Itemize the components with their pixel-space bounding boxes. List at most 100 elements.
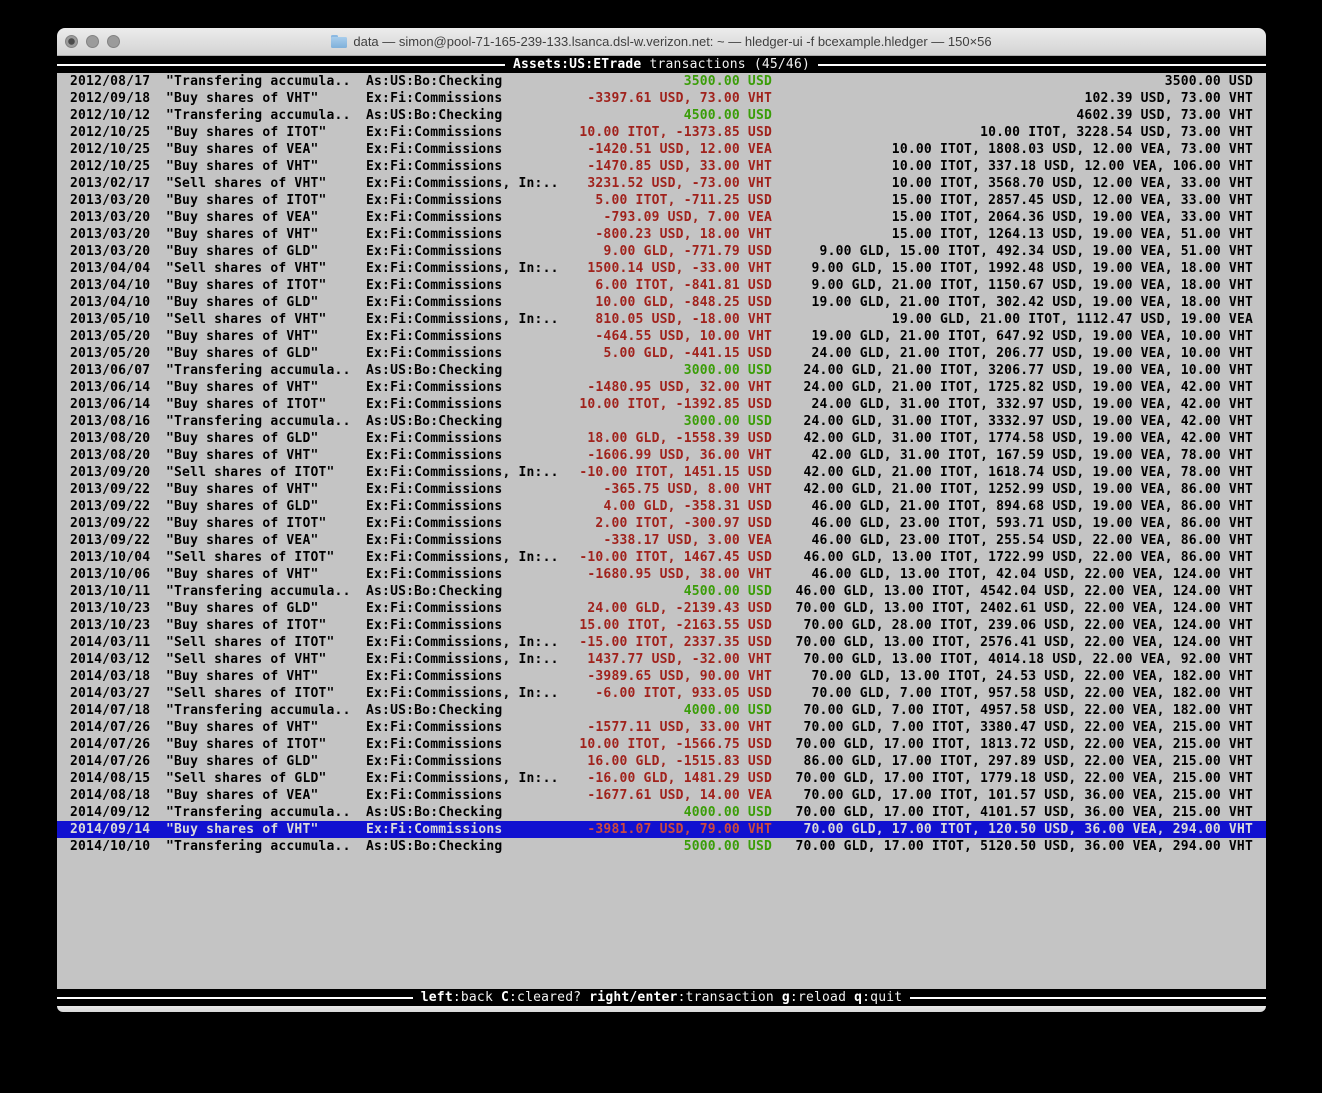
transaction-row[interactable]: 2013/03/20"Buy shares of VHT"Ex:Fi:Commi… <box>57 226 1266 243</box>
transaction-date: 2013/03/20 <box>70 209 150 226</box>
transaction-row[interactable]: 2013/10/23"Buy shares of ITOT"Ex:Fi:Comm… <box>57 617 1266 634</box>
transaction-row[interactable]: 2014/03/18"Buy shares of VHT"Ex:Fi:Commi… <box>57 668 1266 685</box>
key-hint-right-enter: right/enter:transaction <box>589 990 774 1005</box>
transaction-row[interactable]: 2014/07/26"Buy shares of GLD"Ex:Fi:Commi… <box>57 753 1266 770</box>
transaction-balance: 70.00 GLD, 17.00 ITOT, 4101.57 USD, 36.0… <box>787 804 1253 821</box>
transaction-description: "Buy shares of VHT" <box>166 328 319 345</box>
transaction-balance: 24.00 GLD, 31.00 ITOT, 332.97 USD, 19.00… <box>787 396 1253 413</box>
transaction-row[interactable]: 2013/06/14"Buy shares of ITOT"Ex:Fi:Comm… <box>57 396 1266 413</box>
transaction-amount: 4500.00 USD <box>477 583 772 600</box>
transaction-description: "Transfering accumula.. <box>166 838 351 855</box>
transaction-row[interactable]: 2013/03/20"Buy shares of GLD"Ex:Fi:Commi… <box>57 243 1266 260</box>
transaction-row[interactable]: 2013/04/04"Sell shares of VHT"Ex:Fi:Comm… <box>57 260 1266 277</box>
transaction-row[interactable]: 2014/10/10"Transfering accumula..As:US:B… <box>57 838 1266 855</box>
transaction-amount: -1577.11 USD, 33.00 VHT <box>477 719 772 736</box>
transaction-date: 2012/09/18 <box>70 90 150 107</box>
transaction-amount: 10.00 ITOT, -1392.85 USD <box>477 396 772 413</box>
transaction-description: "Buy shares of GLD" <box>166 600 319 617</box>
transaction-amount: 3000.00 USD <box>477 413 772 430</box>
transaction-row[interactable]: 2013/05/20"Buy shares of VHT"Ex:Fi:Commi… <box>57 328 1266 345</box>
transaction-row[interactable]: 2012/10/12"Transfering accumula..As:US:B… <box>57 107 1266 124</box>
transaction-date: 2014/03/27 <box>70 685 150 702</box>
transaction-date: 2014/07/26 <box>70 753 150 770</box>
transaction-date: 2013/06/07 <box>70 362 150 379</box>
transaction-balance: 42.00 GLD, 21.00 ITOT, 1252.99 USD, 19.0… <box>787 481 1253 498</box>
empty-area <box>57 855 1266 989</box>
transaction-amount: -3981.07 USD, 79.00 VHT <box>477 821 772 838</box>
transaction-row[interactable]: 2013/08/20"Buy shares of VHT"Ex:Fi:Commi… <box>57 447 1266 464</box>
window-titlebar[interactable]: data — simon@pool-71-165-239-133.lsanca.… <box>57 28 1266 56</box>
zoom-button[interactable] <box>107 35 120 48</box>
header-rule-right <box>818 64 1266 66</box>
transaction-date: 2013/04/10 <box>70 294 150 311</box>
transaction-balance: 70.00 GLD, 7.00 ITOT, 3380.47 USD, 22.00… <box>787 719 1253 736</box>
transaction-row[interactable]: 2013/10/11"Transfering accumula..As:US:B… <box>57 583 1266 600</box>
transaction-amount: -1470.85 USD, 33.00 VHT <box>477 158 772 175</box>
transaction-description: "Buy shares of VEA" <box>166 209 319 226</box>
transaction-row[interactable]: 2014/07/18"Transfering accumula..As:US:B… <box>57 702 1266 719</box>
transaction-row[interactable]: 2013/09/22"Buy shares of VHT"Ex:Fi:Commi… <box>57 481 1266 498</box>
transaction-amount: -1420.51 USD, 12.00 VEA <box>477 141 772 158</box>
transaction-row[interactable]: 2013/08/16"Transfering accumula..As:US:B… <box>57 413 1266 430</box>
transaction-row[interactable]: 2012/08/17"Transfering accumula..As:US:B… <box>57 73 1266 90</box>
transaction-row[interactable]: 2014/08/18"Buy shares of VEA"Ex:Fi:Commi… <box>57 787 1266 804</box>
transaction-row[interactable]: 2013/09/22"Buy shares of VEA"Ex:Fi:Commi… <box>57 532 1266 549</box>
transaction-row[interactable]: 2012/10/25"Buy shares of VHT"Ex:Fi:Commi… <box>57 158 1266 175</box>
transaction-row[interactable]: 2013/09/22"Buy shares of ITOT"Ex:Fi:Comm… <box>57 515 1266 532</box>
transaction-row[interactable]: 2012/09/18"Buy shares of VHT"Ex:Fi:Commi… <box>57 90 1266 107</box>
transaction-row[interactable]: 2013/06/07"Transfering accumula..As:US:B… <box>57 362 1266 379</box>
transaction-description: "Transfering accumula.. <box>166 107 351 124</box>
transaction-row[interactable]: 2014/07/26"Buy shares of ITOT"Ex:Fi:Comm… <box>57 736 1266 753</box>
transaction-amount: 18.00 GLD, -1558.39 USD <box>477 430 772 447</box>
transaction-row[interactable]: 2013/02/17"Sell shares of VHT"Ex:Fi:Comm… <box>57 175 1266 192</box>
transaction-balance: 19.00 GLD, 21.00 ITOT, 1112.47 USD, 19.0… <box>787 311 1253 328</box>
transaction-balance: 46.00 GLD, 23.00 ITOT, 255.54 USD, 22.00… <box>787 532 1253 549</box>
transaction-row[interactable]: 2013/03/20"Buy shares of ITOT"Ex:Fi:Comm… <box>57 192 1266 209</box>
transaction-row[interactable]: 2013/06/14"Buy shares of VHT"Ex:Fi:Commi… <box>57 379 1266 396</box>
transaction-row[interactable]: 2013/05/20"Buy shares of GLD"Ex:Fi:Commi… <box>57 345 1266 362</box>
transaction-balance: 70.00 GLD, 13.00 ITOT, 24.53 USD, 22.00 … <box>787 668 1253 685</box>
transaction-description: "Buy shares of VEA" <box>166 787 319 804</box>
transaction-balance: 4602.39 USD, 73.00 VHT <box>787 107 1253 124</box>
screen-header-text: Assets:US:ETrade transactions (45/46) <box>505 56 818 73</box>
transaction-row[interactable]: 2013/05/10"Sell shares of VHT"Ex:Fi:Comm… <box>57 311 1266 328</box>
transaction-row[interactable]: 2013/09/20"Sell shares of ITOT"Ex:Fi:Com… <box>57 464 1266 481</box>
transaction-row[interactable]: 2013/03/20"Buy shares of VEA"Ex:Fi:Commi… <box>57 209 1266 226</box>
transaction-row[interactable]: 2014/09/12"Transfering accumula..As:US:B… <box>57 804 1266 821</box>
transaction-amount: -1480.95 USD, 32.00 VHT <box>477 379 772 396</box>
transaction-row[interactable]: 2014/03/12"Sell shares of VHT"Ex:Fi:Comm… <box>57 651 1266 668</box>
transaction-row[interactable]: 2013/08/20"Buy shares of GLD"Ex:Fi:Commi… <box>57 430 1266 447</box>
transaction-balance: 42.00 GLD, 31.00 ITOT, 167.59 USD, 19.00… <box>787 447 1253 464</box>
transaction-description: "Buy shares of ITOT" <box>166 192 327 209</box>
transaction-balance: 42.00 GLD, 31.00 ITOT, 1774.58 USD, 19.0… <box>787 430 1253 447</box>
transaction-description: "Buy shares of VHT" <box>166 481 319 498</box>
transaction-row[interactable]: 2013/09/22"Buy shares of GLD"Ex:Fi:Commi… <box>57 498 1266 515</box>
transaction-balance: 15.00 ITOT, 2857.45 USD, 12.00 VEA, 33.0… <box>787 192 1253 209</box>
transaction-date: 2012/10/25 <box>70 158 150 175</box>
transaction-row[interactable]: 2014/07/26"Buy shares of VHT"Ex:Fi:Commi… <box>57 719 1266 736</box>
transaction-amount: 5.00 GLD, -441.15 USD <box>477 345 772 362</box>
close-button[interactable] <box>65 35 78 48</box>
transaction-row[interactable]: 2012/10/25"Buy shares of ITOT"Ex:Fi:Comm… <box>57 124 1266 141</box>
transaction-amount: 4.00 GLD, -358.31 USD <box>477 498 772 515</box>
transaction-description: "Sell shares of ITOT" <box>166 464 335 481</box>
transaction-row[interactable]: 2014/08/15"Sell shares of GLD"Ex:Fi:Comm… <box>57 770 1266 787</box>
transaction-description: "Buy shares of ITOT" <box>166 736 327 753</box>
transaction-row[interactable]: 2014/03/27"Sell shares of ITOT"Ex:Fi:Com… <box>57 685 1266 702</box>
transaction-balance: 9.00 GLD, 15.00 ITOT, 492.34 USD, 19.00 … <box>787 243 1253 260</box>
transaction-row[interactable]: 2013/04/10"Buy shares of ITOT"Ex:Fi:Comm… <box>57 277 1266 294</box>
transaction-row[interactable]: 2013/10/04"Sell shares of ITOT"Ex:Fi:Com… <box>57 549 1266 566</box>
transaction-row[interactable]: 2013/04/10"Buy shares of GLD"Ex:Fi:Commi… <box>57 294 1266 311</box>
transaction-row[interactable]: 2013/10/06"Buy shares of VHT"Ex:Fi:Commi… <box>57 566 1266 583</box>
transaction-row-selected[interactable]: 2014/09/14"Buy shares of VHT"Ex:Fi:Commi… <box>57 821 1266 838</box>
transaction-amount: 10.00 ITOT, -1373.85 USD <box>477 124 772 141</box>
transaction-description: "Sell shares of VHT" <box>166 651 327 668</box>
transaction-description: "Buy shares of VHT" <box>166 226 319 243</box>
transaction-row[interactable]: 2013/10/23"Buy shares of GLD"Ex:Fi:Commi… <box>57 600 1266 617</box>
transaction-row[interactable]: 2012/10/25"Buy shares of VEA"Ex:Fi:Commi… <box>57 141 1266 158</box>
transaction-date: 2012/08/17 <box>70 73 150 90</box>
transaction-balance: 24.00 GLD, 21.00 ITOT, 1725.82 USD, 19.0… <box>787 379 1253 396</box>
transaction-row[interactable]: 2014/03/11"Sell shares of ITOT"Ex:Fi:Com… <box>57 634 1266 651</box>
transaction-description: "Buy shares of VHT" <box>166 447 319 464</box>
minimize-button[interactable] <box>86 35 99 48</box>
